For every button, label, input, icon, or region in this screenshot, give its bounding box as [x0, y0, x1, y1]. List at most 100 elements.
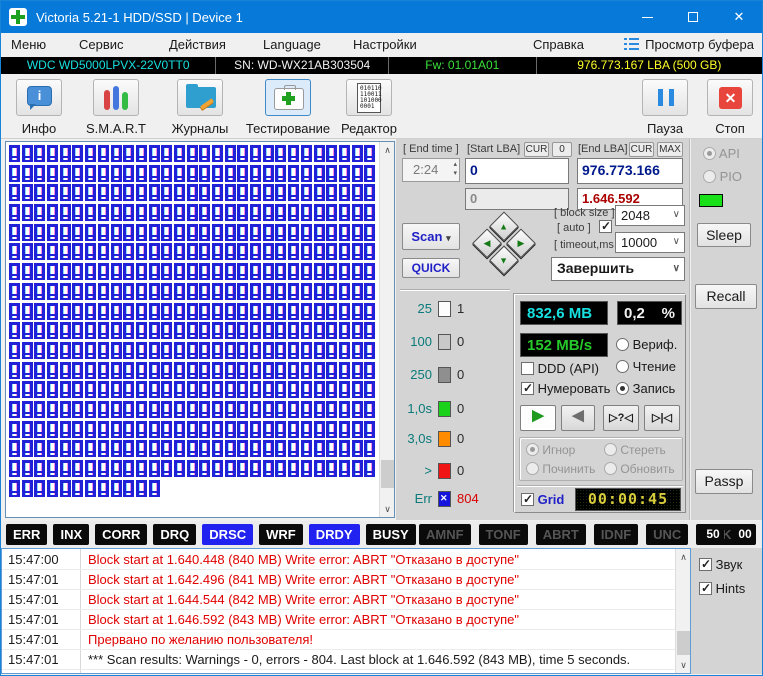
log-row: 15:47:01Block start at 1.646.592 (843 MB…: [2, 610, 675, 630]
recall-button[interactable]: Recall: [695, 284, 757, 309]
grid-block: [174, 224, 185, 241]
read-radio[interactable]: Чтение: [616, 359, 676, 374]
logs-button[interactable]: Журналы: [158, 79, 242, 136]
scan-mode-dropdown[interactable]: Scan ▾: [402, 223, 460, 250]
close-button[interactable]: ✕: [716, 1, 762, 33]
timeout-combo[interactable]: 10000∨: [615, 232, 685, 253]
testing-button[interactable]: Тестирование: [236, 79, 340, 136]
end-lba-input[interactable]: 976.773.166: [577, 158, 683, 184]
verify-radio[interactable]: Вериф.: [616, 337, 677, 352]
grid-block: [237, 145, 248, 162]
back-button[interactable]: ◀: [561, 405, 595, 431]
legend-row-1,0s: 1,0s0: [400, 401, 510, 419]
grid-block: [98, 145, 109, 162]
legend-block-icon: [438, 431, 451, 447]
grid-block: [111, 381, 122, 398]
info-button[interactable]: i Инфо: [0, 79, 81, 136]
smart-button[interactable]: S.M.A.R.T: [74, 79, 158, 136]
grid-block: [225, 401, 236, 418]
data-read-display: 832,6 MB: [520, 301, 608, 325]
spinner-arrows-icon[interactable]: ▴▾: [453, 160, 457, 178]
menu-item-4[interactable]: Language: [263, 37, 321, 52]
grid-block: [275, 184, 286, 201]
sleep-button[interactable]: Sleep: [697, 223, 751, 247]
legend-row-250: 2500: [400, 367, 510, 385]
sound-checkbox[interactable]: Звук: [699, 557, 742, 572]
grid-scrollbar[interactable]: ∧ ∨: [379, 142, 394, 517]
grid-block: [72, 322, 83, 339]
grid-block: [174, 440, 185, 457]
passp-button[interactable]: Passp: [695, 469, 753, 494]
end-max-button[interactable]: MAX: [657, 142, 683, 157]
scroll-down-icon[interactable]: ∨: [380, 501, 395, 517]
log-scrollbar[interactable]: ∧ ∨: [675, 549, 690, 673]
grid-block: [314, 184, 325, 201]
title-bar[interactable]: Victoria 5.21-1 HDD/SSD | Device 1 ✕: [1, 1, 762, 33]
start-lba-input[interactable]: 0: [465, 158, 569, 184]
grid-block: [237, 243, 248, 260]
grid-block: [237, 303, 248, 320]
grid-block: [301, 283, 312, 300]
error-led-tonf: TONF: [479, 524, 528, 545]
grid-block: [352, 263, 363, 280]
folder-pencil-icon: [177, 79, 223, 116]
numerate-checkbox[interactable]: Нумеровать: [521, 381, 610, 396]
grid-block: [199, 421, 210, 438]
grid-checkbox[interactable]: Grid: [521, 492, 564, 507]
error-led-abrt: ABRT: [536, 524, 586, 545]
minimize-button[interactable]: [624, 1, 670, 33]
grid-block: [161, 381, 172, 398]
end-cur-button[interactable]: CUR: [629, 142, 654, 157]
grid-block: [314, 224, 325, 241]
device-capacity: 976.773.167 LBA (500 GB): [536, 57, 762, 74]
menu-item-3[interactable]: Действия: [169, 37, 226, 52]
maximize-button[interactable]: [670, 1, 716, 33]
menu-item-2[interactable]: Сервис: [79, 37, 124, 52]
start-cur-button[interactable]: CUR: [524, 142, 549, 157]
grid-scroll-thumb[interactable]: [381, 460, 394, 488]
grid-block: [161, 460, 172, 477]
arrow-down-icon: ▼: [500, 255, 509, 265]
ddd-api-checkbox[interactable]: DDD (API): [521, 361, 599, 376]
hints-checkbox[interactable]: Hints: [699, 581, 745, 596]
stop-button[interactable]: ✕ Стоп: [688, 79, 763, 136]
grid-block: [288, 362, 299, 379]
grid-block: [237, 165, 248, 182]
menu-item-5[interactable]: Настройки: [353, 37, 417, 52]
grid-block: [250, 322, 261, 339]
back-icon: ◀: [572, 407, 584, 424]
grid-block: [9, 362, 20, 379]
editor-button[interactable]: 0101101100111010000001 Редактор: [327, 79, 411, 136]
quick-button[interactable]: QUICK: [402, 258, 460, 278]
seek-end-button[interactable]: ▷|◁: [644, 405, 680, 431]
grid-block: [22, 362, 33, 379]
grid-block: [364, 421, 375, 438]
grid-block: [161, 303, 172, 320]
grid-block: [85, 303, 96, 320]
write-radio[interactable]: Запись: [616, 381, 675, 396]
play-button[interactable]: ▶: [520, 405, 556, 431]
auto-checkbox[interactable]: [599, 220, 612, 233]
scroll-down-icon[interactable]: ∨: [676, 657, 691, 673]
scroll-up-icon[interactable]: ∧: [676, 549, 691, 565]
scroll-up-icon[interactable]: ∧: [380, 142, 395, 158]
menu-item-1[interactable]: Меню: [11, 37, 46, 52]
menu-item-6[interactable]: Справка: [533, 37, 584, 52]
log-scroll-thumb[interactable]: [677, 631, 690, 655]
start-zero-button[interactable]: 0: [552, 142, 572, 157]
log-rows: 15:47:00Block start at 1.640.448 (840 MB…: [2, 550, 675, 670]
finish-action-combo[interactable]: Завершить∨: [551, 257, 685, 281]
chevron-down-icon: ∨: [673, 236, 680, 247]
end-time-spinner[interactable]: 2:24 ▴▾: [402, 158, 460, 182]
grid-block: [9, 204, 20, 221]
grid-block: [34, 184, 45, 201]
block-size-combo[interactable]: 2048∨: [615, 205, 685, 226]
seek-question-button[interactable]: ▷?◁: [603, 405, 639, 431]
grid-block: [225, 184, 236, 201]
grid-block: [288, 263, 299, 280]
buffer-view-button[interactable]: Просмотр буфера: [624, 37, 754, 52]
grid-block: [9, 184, 20, 201]
grid-block: [199, 342, 210, 359]
speed-display: 152 MB/s: [520, 333, 608, 357]
grid-block: [364, 362, 375, 379]
